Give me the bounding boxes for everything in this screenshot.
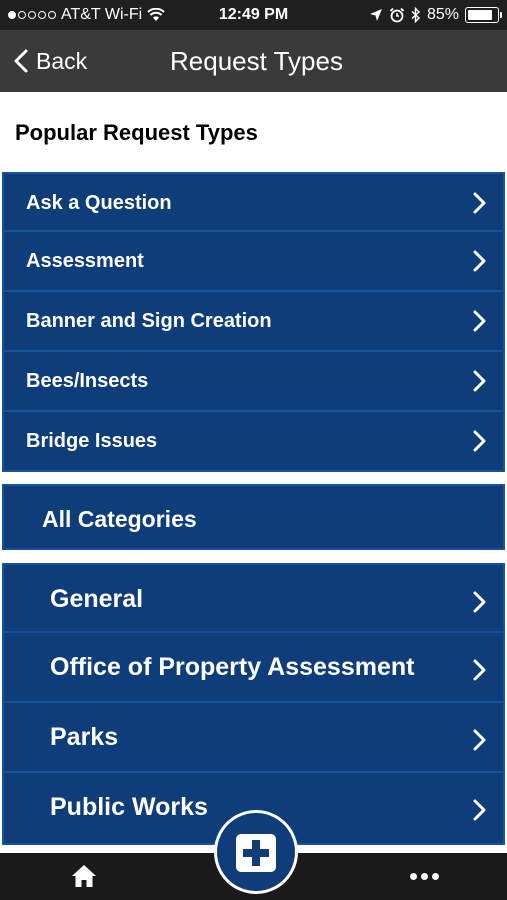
new-request-button[interactable] bbox=[214, 810, 298, 894]
popular-heading: Popular Request Types bbox=[15, 120, 258, 145]
request-type-ask-a-question[interactable]: Ask a Question bbox=[2, 172, 505, 232]
chevron-right-icon bbox=[473, 250, 486, 272]
chevron-right-icon bbox=[473, 310, 486, 332]
request-type-label: Assessment bbox=[26, 250, 144, 272]
alarm-icon bbox=[389, 7, 405, 23]
status-right: 85% bbox=[369, 6, 502, 24]
category-label: Office of Property Assessment bbox=[50, 653, 415, 681]
chevron-right-icon bbox=[473, 591, 486, 613]
home-icon bbox=[72, 865, 96, 887]
request-type-assessment[interactable]: Assessment bbox=[2, 232, 505, 292]
request-type-banner-and-sign-creation[interactable]: Banner and Sign Creation bbox=[2, 292, 505, 352]
category-label: Public Works bbox=[50, 793, 208, 821]
status-bar: AT&T Wi-Fi 12:49 PM 85% bbox=[0, 0, 507, 30]
navigation-bar: Back Request Types bbox=[0, 30, 507, 92]
chevron-right-icon bbox=[473, 659, 486, 681]
page-title: Request Types bbox=[170, 46, 343, 76]
category-parks[interactable]: Parks bbox=[2, 703, 505, 773]
more-icon bbox=[410, 873, 417, 880]
request-type-label: Banner and Sign Creation bbox=[26, 310, 272, 332]
request-type-label: Bridge Issues bbox=[26, 430, 158, 452]
chevron-right-icon bbox=[473, 192, 486, 214]
popular-section-header: Popular Request Types bbox=[0, 92, 507, 172]
battery-percent: 85% bbox=[426, 6, 459, 23]
chevron-right-icon bbox=[473, 370, 486, 392]
chevron-right-icon bbox=[473, 799, 486, 821]
all-categories-heading: All Categories bbox=[42, 506, 197, 532]
request-type-bridge-issues[interactable]: Bridge Issues bbox=[2, 412, 505, 472]
home-button[interactable] bbox=[70, 863, 98, 894]
all-categories-header: All Categories bbox=[2, 484, 505, 550]
plus-icon bbox=[236, 834, 276, 872]
location-arrow-icon bbox=[369, 9, 382, 21]
category-label: General bbox=[50, 585, 144, 613]
request-type-label: Ask a Question bbox=[26, 192, 172, 214]
category-label: Parks bbox=[50, 723, 119, 751]
bluetooth-icon bbox=[411, 7, 421, 23]
chevron-right-icon bbox=[473, 729, 486, 751]
request-type-bees-insects[interactable]: Bees/Insects bbox=[2, 352, 505, 412]
chevron-right-icon bbox=[473, 430, 486, 452]
request-type-label: Bees/Insects bbox=[26, 370, 149, 392]
more-button[interactable] bbox=[410, 873, 439, 880]
battery-level bbox=[468, 10, 492, 20]
category-general[interactable]: General bbox=[2, 563, 505, 633]
category-office-of-property-assessment[interactable]: Office of Property Assessment bbox=[2, 633, 505, 703]
battery-icon bbox=[465, 7, 502, 23]
